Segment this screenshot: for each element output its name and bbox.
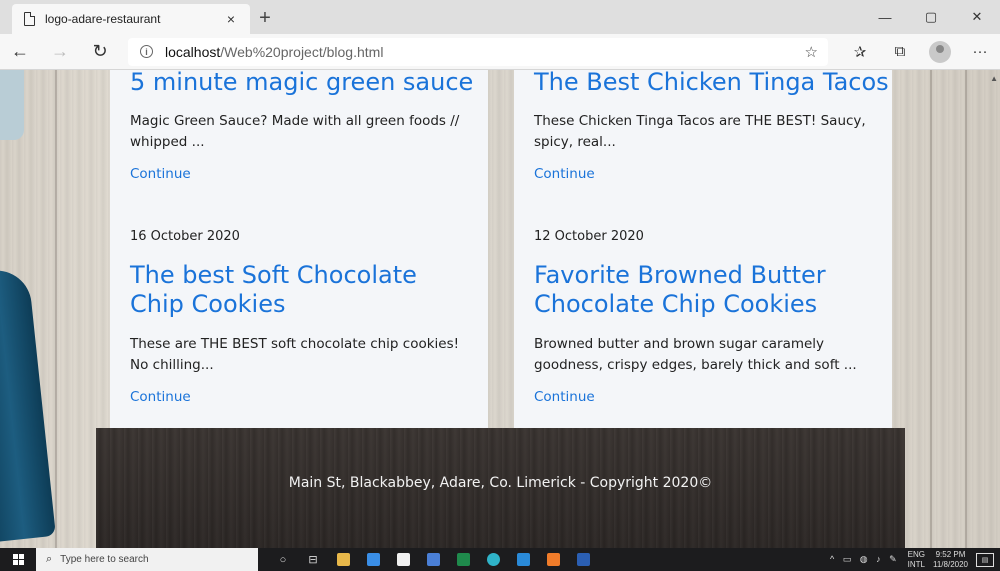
wood-plank-seam [965, 70, 967, 548]
post-title[interactable]: 5 minute magic green sauce [130, 70, 473, 97]
tab-close-icon[interactable]: × [220, 11, 242, 27]
more-menu-icon[interactable]: ··· [960, 34, 1000, 70]
tray-icons[interactable]: ^ ▭ ◍ ♪ ✎ [830, 554, 900, 565]
excel-icon[interactable] [448, 548, 478, 571]
wood-plank-seam [930, 70, 932, 548]
vscode-icon[interactable] [508, 548, 538, 571]
post-title[interactable]: The best Soft Chocolate Chip Cookies [130, 261, 470, 319]
profile-avatar[interactable] [929, 40, 951, 63]
file-explorer-icon[interactable] [328, 548, 358, 571]
close-window-button[interactable]: ✕ [954, 0, 1000, 34]
scroll-up-arrow-icon[interactable]: ▲ [990, 74, 998, 83]
post-excerpt: These Chicken Tinga Tacos are THE BEST! … [534, 113, 866, 150]
browser-tab[interactable]: logo-adare-restaurant × [12, 4, 250, 34]
post-title[interactable]: The Best Chicken Tinga Tacos [534, 70, 889, 97]
browser-toolbar: ✰ ⧉ ··· [840, 34, 1000, 70]
forward-arrow-icon[interactable]: → [40, 34, 80, 70]
footer-copyright: Main St, Blackabbey, Adare, Co. Limerick… [288, 475, 713, 491]
cortana-icon[interactable]: ○ [268, 548, 298, 571]
url-host: localhost [165, 43, 221, 60]
search-icon: ⌕ [46, 553, 53, 565]
search-placeholder: Type here to search [60, 554, 149, 565]
minimize-button[interactable]: — [862, 0, 908, 34]
blog-card-left: 5 minute magic green sauce Magic Green S… [110, 70, 488, 428]
site-footer: Main St, Blackabbey, Adare, Co. Limerick… [96, 428, 905, 548]
wood-plank-seam [55, 70, 57, 548]
continue-link[interactable]: Continue [534, 389, 595, 405]
continue-link[interactable]: Continue [130, 166, 191, 182]
refresh-icon[interactable]: ↻ [80, 34, 120, 70]
taskbar-search-input[interactable]: ⌕ Type here to search [36, 548, 258, 571]
tab-title: logo-adare-restaurant [45, 12, 161, 26]
back-arrow-icon[interactable]: ← [0, 34, 40, 70]
utensil-decoration [0, 267, 56, 543]
favorites-icon[interactable]: ✰ [840, 34, 880, 70]
calculator-icon[interactable] [418, 548, 448, 571]
browser-tab-strip: logo-adare-restaurant × + — ▢ ✕ [0, 0, 1000, 34]
edge-icon[interactable] [478, 548, 508, 571]
post-excerpt: These are THE BEST soft chocolate chip c… [130, 336, 460, 373]
post-date: 12 October 2020 [534, 229, 644, 244]
page-viewport: ▲ 5 minute magic green sauce Magic Green… [0, 70, 1000, 548]
address-input[interactable]: i localhost/Web%20project/blog.html ☆ [128, 37, 828, 66]
page-icon [24, 12, 35, 26]
lock-bag-icon[interactable] [388, 548, 418, 571]
continue-link[interactable]: Continue [534, 166, 595, 182]
language-indicator[interactable]: ENG INTL [908, 550, 925, 570]
continue-link[interactable]: Continue [130, 389, 191, 405]
favorite-star-icon[interactable]: ☆ [805, 43, 818, 61]
post-excerpt: Magic Green Sauce? Made with all green f… [130, 113, 460, 150]
post-date: 16 October 2020 [130, 229, 240, 244]
address-bar-row: ← → ↻ i localhost/Web%20project/blog.htm… [0, 34, 1000, 70]
blog-card-right: The Best Chicken Tinga Tacos These Chick… [514, 70, 892, 428]
post-title[interactable]: Favorite Browned Butter Chocolate Chip C… [534, 261, 874, 319]
restore-button[interactable]: ▢ [908, 0, 954, 34]
new-tab-button[interactable]: + [250, 2, 280, 34]
window-controls: — ▢ ✕ [862, 0, 1000, 34]
notification-icon[interactable]: ▤ [976, 552, 994, 567]
url-path: /Web%20project/blog.html [220, 43, 384, 60]
system-tray: ^ ▭ ◍ ♪ ✎ ENG INTL 9:52 PM 11/8/2020 ▤ [830, 548, 1000, 571]
task-view-icon[interactable]: ⊟ [298, 548, 328, 571]
windows-start-icon[interactable] [0, 548, 36, 571]
kitchen-towel-decoration [0, 70, 24, 140]
word-icon[interactable] [568, 548, 598, 571]
taskbar-apps: ○ ⊟ [268, 548, 598, 571]
store-icon[interactable] [358, 548, 388, 571]
xampp-icon[interactable] [538, 548, 568, 571]
windows-taskbar: ⌕ Type here to search ○ ⊟ ^ ▭ ◍ ♪ ✎ ENG … [0, 548, 1000, 571]
clock[interactable]: 9:52 PM 11/8/2020 [933, 550, 968, 570]
post-excerpt: Browned butter and brown sugar caramely … [534, 336, 857, 373]
collections-icon[interactable]: ⧉ [880, 34, 920, 70]
info-icon[interactable]: i [140, 45, 153, 58]
